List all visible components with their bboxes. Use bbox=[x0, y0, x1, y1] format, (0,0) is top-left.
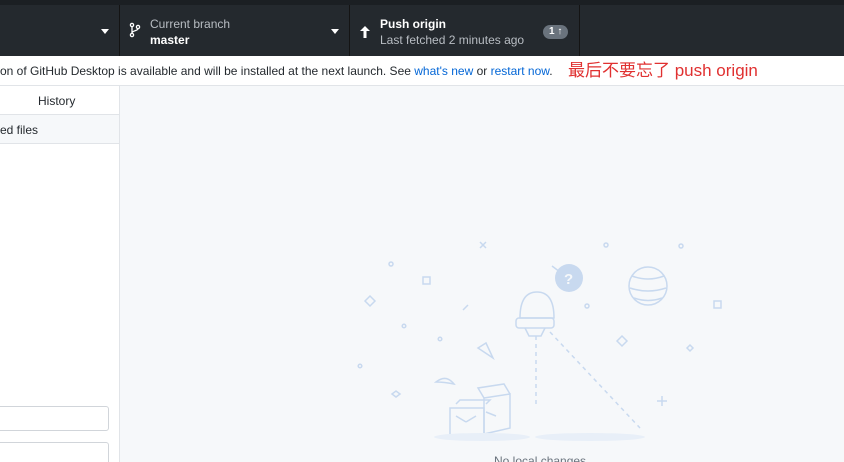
dot-decoration bbox=[603, 242, 609, 248]
sidebar: History ed files bbox=[0, 86, 120, 462]
shadow-decoration bbox=[434, 433, 530, 441]
changed-files-label: ed files bbox=[0, 123, 39, 137]
restart-now-link[interactable]: restart now bbox=[491, 64, 550, 78]
push-origin-button[interactable]: Push origin Last fetched 2 minutes ago 1… bbox=[350, 5, 580, 56]
shard-decoration bbox=[476, 341, 495, 361]
svg-text:?: ? bbox=[564, 271, 573, 288]
dash-decoration bbox=[462, 304, 469, 311]
ahead-count-badge: 1 ↑ bbox=[543, 25, 569, 39]
dot-decoration bbox=[437, 336, 443, 342]
update-banner: on of GitHub Desktop is available and wi… bbox=[0, 56, 844, 86]
branch-name: master bbox=[150, 33, 190, 47]
dot-decoration bbox=[357, 363, 363, 369]
tab-bar: History bbox=[0, 86, 119, 115]
dot-decoration bbox=[584, 303, 590, 309]
chevron-down-icon bbox=[101, 29, 109, 34]
square-decoration bbox=[422, 276, 431, 285]
banner-end-text: . bbox=[549, 64, 553, 78]
shadow-decoration bbox=[535, 433, 645, 441]
cross-decoration bbox=[479, 241, 487, 249]
shard-decoration bbox=[433, 377, 456, 386]
changed-files-header: ed files bbox=[0, 115, 119, 144]
no-local-changes-label: No local changes bbox=[494, 454, 587, 462]
chevron-down-icon bbox=[331, 29, 339, 34]
diamond-decoration bbox=[390, 390, 402, 398]
branch-title: Current branch bbox=[150, 17, 231, 31]
diamond-decoration bbox=[615, 334, 629, 348]
app-toolbar: Current branch master Push origin Last f… bbox=[0, 0, 844, 56]
diamond-decoration bbox=[685, 343, 695, 353]
last-fetched-text: Last fetched 2 minutes ago bbox=[380, 33, 525, 47]
arrow-up-icon bbox=[360, 26, 370, 38]
planet-icon bbox=[628, 266, 668, 306]
tab-history[interactable]: History bbox=[38, 94, 75, 108]
whats-new-link[interactable]: what's new bbox=[414, 64, 473, 78]
commit-description-input[interactable] bbox=[0, 442, 109, 462]
annotation-text: 最后不要忘了 push origin bbox=[568, 61, 758, 80]
plus-decoration bbox=[657, 396, 667, 406]
banner-message: on of GitHub Desktop is available and wi… bbox=[0, 56, 553, 85]
dot-decoration bbox=[401, 323, 407, 329]
banner-text: on of GitHub Desktop is available and wi… bbox=[0, 64, 415, 78]
dot-decoration bbox=[678, 243, 684, 249]
push-title: Push origin bbox=[380, 17, 446, 31]
current-repository-button[interactable] bbox=[0, 5, 120, 56]
lamp-icon bbox=[519, 291, 555, 319]
square-decoration bbox=[713, 300, 722, 309]
banner-or-text: or bbox=[473, 64, 491, 78]
diamond-decoration bbox=[363, 294, 377, 308]
main-panel: ? No local changes bbox=[120, 86, 844, 462]
branch-icon bbox=[129, 22, 141, 38]
commit-summary-input[interactable] bbox=[0, 406, 109, 431]
no-changes-illustration: ? bbox=[357, 241, 722, 441]
current-branch-button[interactable]: Current branch master bbox=[120, 5, 350, 56]
dot-decoration bbox=[388, 261, 394, 267]
